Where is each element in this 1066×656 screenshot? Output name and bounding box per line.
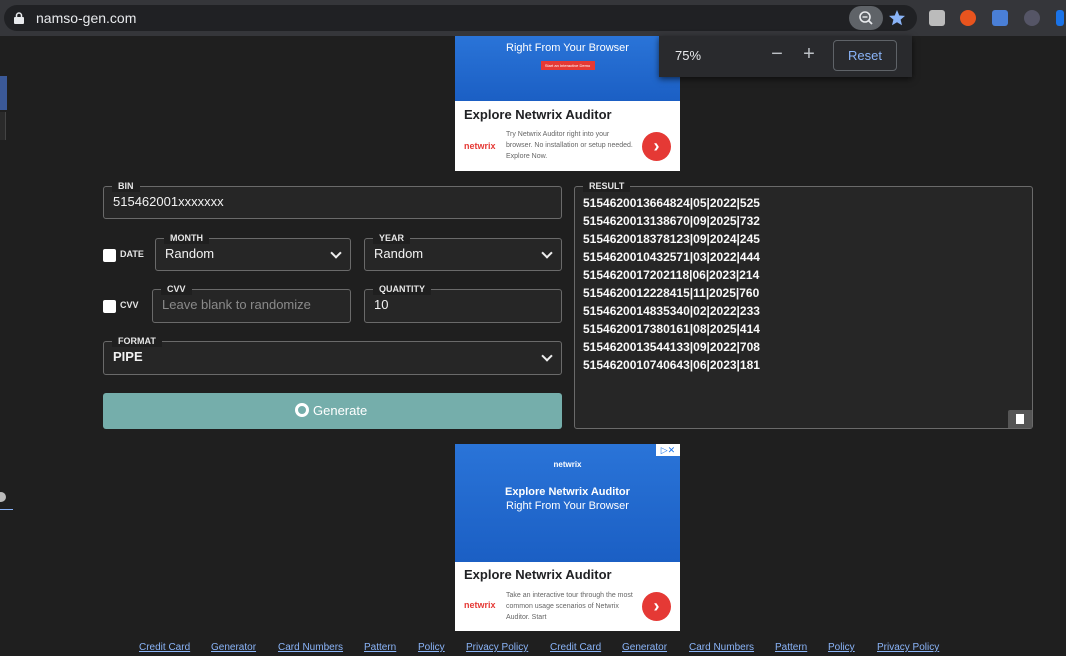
lightbulb-ext-icon[interactable]: [929, 10, 945, 26]
result-line: 5154620013138670|09|2025|732: [583, 214, 760, 228]
chevron-down-icon: [541, 350, 553, 362]
generate-button[interactable]: Generate: [103, 393, 562, 429]
cvv-field[interactable]: CVV Leave blank to randomize: [152, 283, 351, 323]
netwrix-logo: netwrix: [464, 600, 496, 610]
ad-title[interactable]: Explore Netwrix Auditor: [464, 567, 612, 582]
quantity-field[interactable]: QUANTITY 10: [364, 283, 562, 323]
cvv-checkbox[interactable]: [103, 300, 116, 313]
footer-link-privacy-policy[interactable]: Privacy Policy: [877, 642, 939, 653]
cast-icon[interactable]: [1056, 10, 1064, 26]
url-text[interactable]: namso-gen.com: [36, 10, 136, 26]
quantity-label: QUANTITY: [373, 283, 431, 295]
month-label: MONTH: [164, 232, 209, 244]
zoom-out-button[interactable]: −: [769, 43, 785, 67]
star-icon[interactable]: [888, 9, 906, 27]
chevron-down-icon: [330, 247, 342, 259]
ad-demo-button[interactable]: Start an Interactive Demo: [540, 61, 595, 70]
gear-icon: [295, 403, 309, 417]
fire-ext-icon[interactable]: [960, 10, 976, 26]
footer-link-pattern[interactable]: Pattern: [775, 642, 807, 653]
format-label: FORMAT: [112, 335, 162, 347]
year-select[interactable]: YEAR Random: [364, 232, 562, 271]
cvv-check-label: CVV: [120, 300, 139, 310]
result-line: 5154620017380161|08|2025|414: [583, 322, 760, 336]
ad-body: Take an interactive tour through the mos…: [506, 592, 633, 621]
result-line: 5154620012228415|11|2025|760: [583, 286, 760, 300]
lock-icon[interactable]: [14, 12, 24, 24]
netwrix-logo: netwrix: [464, 141, 496, 151]
side-share-tab[interactable]: [0, 76, 7, 110]
zoom-level: 75%: [675, 48, 702, 63]
ad-hero[interactable]: netwrix Explore Netwrix Auditor Right Fr…: [455, 444, 680, 562]
bin-input[interactable]: 515462001xxxxxxx: [113, 194, 224, 209]
footer-link-card-numbers[interactable]: Card Numbers: [278, 642, 343, 653]
ad-body: Try Netwrix Auditor right into your brow…: [506, 131, 633, 160]
footer-link-pattern[interactable]: Pattern: [364, 642, 396, 653]
date-label: DATE: [120, 249, 144, 259]
result-line: 5154620013544133|09|2022|708: [583, 340, 760, 354]
copy-file-icon[interactable]: [1008, 410, 1032, 428]
ad-title[interactable]: Explore Netwrix Auditor: [464, 107, 612, 122]
footer-link-policy[interactable]: Policy: [418, 642, 445, 653]
zoom-icon[interactable]: [849, 6, 883, 30]
year-value: Random: [374, 246, 424, 261]
result-box[interactable]: RESULT 5154620013664824|05|2022|525 5154…: [574, 180, 1033, 429]
ad-banner-top[interactable]: Right From Your Browser Start an Interac…: [455, 36, 680, 171]
bin-field[interactable]: BIN 515462001xxxxxxx: [103, 180, 562, 219]
footer-link-generator[interactable]: Generator: [211, 642, 256, 653]
format-select[interactable]: FORMAT PIPE: [103, 335, 562, 375]
side-dot-icon[interactable]: [0, 492, 6, 502]
month-select[interactable]: MONTH Random: [155, 232, 351, 271]
result-line: 5154620013664824|05|2022|525: [583, 196, 760, 210]
ad-brand: netwrix: [553, 460, 582, 469]
side-tab[interactable]: [0, 112, 6, 140]
bin-label: BIN: [112, 180, 140, 192]
zoom-in-button[interactable]: +: [801, 43, 817, 67]
result-list[interactable]: 5154620013664824|05|2022|525 51546200131…: [583, 194, 760, 374]
footer-link-card-numbers[interactable]: Card Numbers: [689, 642, 754, 653]
adchoices-icon[interactable]: ▷✕: [656, 444, 680, 456]
ad-headline: Right From Your Browser: [506, 42, 629, 54]
footer-link-credit-card[interactable]: Credit Card: [550, 642, 601, 653]
date-checkbox[interactable]: [103, 249, 116, 262]
footer-link-policy[interactable]: Policy: [828, 642, 855, 653]
browser-toolbar: namso-gen.com: [0, 0, 1066, 36]
result-line: 5154620017202118|06|2023|214: [583, 268, 760, 282]
address-bar[interactable]: namso-gen.com: [4, 5, 917, 31]
cvv-label: CVV: [161, 283, 192, 295]
ad-cta-arrow-icon[interactable]: ›: [642, 132, 671, 161]
ad-banner-bottom[interactable]: netwrix Explore Netwrix Auditor Right Fr…: [455, 444, 680, 631]
result-line: 5154620018378123|09|2024|245: [583, 232, 760, 246]
side-link-underline: [0, 509, 13, 510]
result-line: 5154620010740643|06|2023|181: [583, 358, 760, 372]
footer-link-generator[interactable]: Generator: [622, 642, 667, 653]
zoom-popup: 75% − + Reset: [659, 36, 912, 77]
chevron-down-icon: [541, 247, 553, 259]
ad-cta-arrow-icon[interactable]: ›: [642, 592, 671, 621]
format-value: PIPE: [113, 349, 143, 364]
result-label: RESULT: [583, 180, 631, 192]
result-line: 5154620014835340|02|2022|233: [583, 304, 760, 318]
year-label: YEAR: [373, 232, 411, 244]
ad-hero[interactable]: Right From Your Browser Start an Interac…: [455, 36, 680, 101]
footer-link-privacy-policy[interactable]: Privacy Policy: [466, 642, 528, 653]
quantity-input[interactable]: 10: [374, 297, 388, 312]
month-value: Random: [165, 246, 215, 261]
result-line: 5154620010432571|03|2022|444: [583, 250, 760, 264]
ad-headline: Explore Netwrix Auditor: [505, 486, 630, 498]
generate-label: Generate: [313, 403, 368, 418]
translate-ext-icon[interactable]: [992, 10, 1008, 26]
footer-links: Credit Card Generator Card Numbers Patte…: [139, 642, 959, 656]
footer-link-credit-card[interactable]: Credit Card: [139, 642, 190, 653]
cvv-input[interactable]: Leave blank to randomize: [162, 297, 311, 312]
spy-ext-icon[interactable]: [1024, 10, 1040, 26]
zoom-reset-button[interactable]: Reset: [833, 40, 897, 71]
ad-subheadline: Right From Your Browser: [506, 500, 629, 512]
